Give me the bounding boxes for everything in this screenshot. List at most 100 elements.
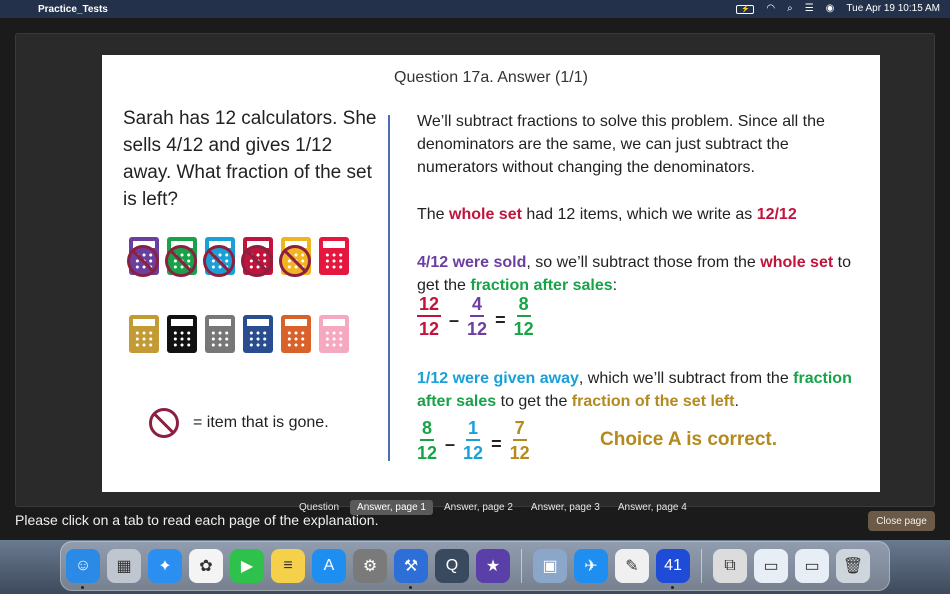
text-run-whole-set: whole set — [449, 206, 522, 223]
calculator-icon — [165, 237, 197, 277]
explanation-paragraph-2: The whole set had 12 items, which we wri… — [417, 203, 857, 226]
calculator-icon — [243, 315, 273, 353]
app-store-icon[interactable]: A — [312, 549, 346, 583]
calculator-screen — [247, 319, 269, 326]
safari-icon[interactable]: ✦ — [148, 549, 182, 583]
text-run: . — [734, 393, 739, 410]
launchpad-icon[interactable]: ▦ — [107, 549, 141, 583]
calculator-icon — [167, 315, 197, 353]
calculator-icon — [129, 315, 159, 353]
tab-answer-page-3[interactable]: Answer, page 3 — [524, 500, 607, 515]
text-run-sold: 4/12 were sold — [417, 254, 527, 271]
fraction: 8 12 — [417, 417, 437, 465]
wifi-icon[interactable]: ◠ — [766, 0, 775, 18]
calculator-icon — [127, 237, 159, 277]
text-run-set-left: fraction of the set left — [571, 393, 735, 410]
close-page-button[interactable]: Close page — [868, 511, 935, 531]
testflight-icon[interactable]: ✈ — [574, 549, 608, 583]
text-run: The — [417, 206, 450, 223]
denominator: 12 — [419, 319, 440, 339]
xcode-icon[interactable]: ⚒ — [394, 549, 428, 589]
textedit-icon[interactable]: ✎ — [615, 549, 649, 583]
calculator-row-1 — [127, 237, 349, 277]
notes-icon[interactable]: ≡ — [271, 549, 305, 583]
calculator-icon — [205, 315, 235, 353]
quicktime-icon[interactable]: Q — [435, 549, 469, 583]
calculator-keys — [134, 330, 154, 348]
archive-utility-icon[interactable]: ⧉ — [713, 549, 747, 583]
app-window: Question 17a. Answer (1/1) Sarah has 12 … — [0, 18, 950, 540]
tab-answer-page-4[interactable]: Answer, page 4 — [611, 500, 694, 515]
equation-2: 8 12 – 1 12 = 7 12 — [417, 417, 530, 465]
numerator: 8 — [516, 293, 531, 317]
calculator-app-icon[interactable]: 41 — [656, 549, 690, 589]
text-run-given-away: 1/12 were given away — [417, 370, 579, 387]
imovie-icon[interactable]: ★ — [476, 549, 510, 583]
control-center-icon[interactable]: ☰ — [805, 0, 814, 18]
facetime-icon[interactable]: ▶ — [230, 549, 264, 583]
photos-icon[interactable]: ✿ — [189, 549, 223, 583]
menubar-datetime[interactable]: Tue Apr 19 10:15 AM — [846, 0, 940, 18]
calculator-keys — [324, 330, 344, 348]
calculator-keys — [210, 330, 230, 348]
calculator-icon — [319, 237, 349, 275]
text-run: had 12 items, which we write as — [521, 206, 757, 223]
calculator-icon — [281, 315, 311, 353]
no-symbol-icon — [241, 245, 273, 277]
denominator: 12 — [513, 319, 534, 339]
no-symbol-icon — [127, 245, 159, 277]
no-symbol-icon — [203, 245, 235, 277]
tab-answer-page-2[interactable]: Answer, page 2 — [437, 500, 520, 515]
problem-text: Sarah has 12 calculators. She sells 4/12… — [123, 108, 377, 210]
fraction: 12 12 — [417, 293, 442, 341]
battery-icon[interactable]: ⚡ — [736, 4, 755, 14]
fraction: 7 12 — [510, 417, 530, 465]
fraction: 8 12 — [514, 293, 534, 341]
calculator-icon — [203, 237, 235, 277]
denominator: 12 — [509, 443, 530, 463]
system-preferences-icon[interactable]: ⚙ — [353, 549, 387, 583]
no-symbol-icon — [165, 245, 197, 277]
window-thumbnail-1-icon[interactable]: ▭ — [754, 549, 788, 583]
text-run: : — [612, 277, 618, 294]
calculator-icon — [279, 237, 311, 277]
calculator-screen — [285, 319, 307, 326]
correct-choice-text: Choice A is correct. — [600, 429, 778, 450]
minus-operator: – — [449, 309, 460, 330]
window-thumbnail-2-icon[interactable]: ▭ — [795, 549, 829, 583]
calculator-keys — [286, 330, 306, 348]
calculator-keys — [324, 252, 344, 270]
equals-operator: = — [495, 309, 506, 330]
app-name-menu[interactable]: Practice_Tests — [38, 4, 108, 15]
spotlight-search-icon[interactable]: ⌕ — [787, 0, 793, 18]
numerator: 1 — [466, 417, 481, 441]
preview-icon[interactable]: ▣ — [533, 549, 567, 583]
answer-slide: Question 17a. Answer (1/1) Sarah has 12 … — [102, 55, 880, 492]
finder-icon[interactable]: ☺ — [66, 549, 100, 589]
calculator-screen — [133, 319, 155, 326]
explanation-panel: Question 17a. Answer (1/1) Sarah has 12 … — [15, 33, 935, 515]
slide-title: Question 17a. Answer (1/1) — [394, 69, 588, 86]
calculator-row-2 — [129, 315, 349, 353]
numerator: 12 — [417, 293, 442, 317]
legend: = item that is gone. — [149, 408, 329, 438]
explanation-paragraph-4: 1/12 were given away, which we’ll subtra… — [417, 367, 857, 413]
dock-separator — [701, 549, 702, 583]
trash-icon[interactable]: 🗑 — [836, 549, 870, 583]
minus-operator: – — [445, 433, 456, 454]
denominator: 12 — [417, 443, 438, 463]
dock-separator — [521, 549, 522, 583]
equals-operator: = — [491, 433, 502, 454]
text-run: to get the — [496, 393, 572, 410]
dock: ☺ ▦ ✦ ✿ ▶ ≡ A ⚙ ⚒ Q ★ ▣ ✈ ✎ 41 ⧉ ▭ ▭ 🗑 — [60, 541, 890, 591]
numerator: 8 — [420, 417, 435, 441]
calculator-keys — [172, 330, 192, 348]
fraction: 1 12 — [463, 417, 483, 465]
explanation-paragraph-3: 4/12 were sold, so we’ll subtract those … — [417, 251, 857, 297]
calculator-icon — [241, 237, 273, 277]
equation-1: 12 12 – 4 12 = 8 12 — [417, 293, 534, 341]
explanation-paragraph-1: We’ll subtract fractions to solve this p… — [417, 113, 825, 176]
siri-icon[interactable]: ◉ — [826, 0, 835, 18]
calculator-screen — [323, 241, 345, 248]
divider — [388, 115, 390, 461]
